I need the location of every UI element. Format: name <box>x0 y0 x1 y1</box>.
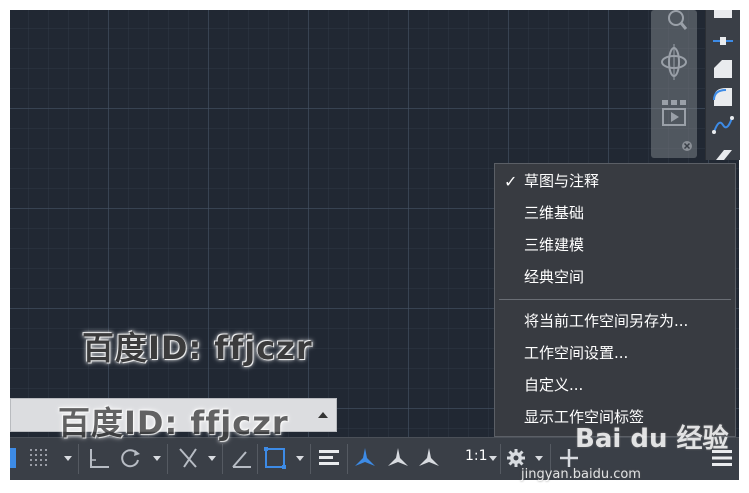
expand-up-icon[interactable] <box>318 412 328 418</box>
brand-watermark: Bai du 经验 <box>575 424 729 454</box>
navigation-bar <box>651 10 697 158</box>
orbit-icon[interactable] <box>659 42 689 82</box>
annotation-scale-icon[interactable] <box>417 446 441 470</box>
object-snap-icon[interactable] <box>176 446 200 470</box>
fillet-icon[interactable] <box>712 86 734 108</box>
snap-icon[interactable] <box>28 446 52 470</box>
auto-scale-icon[interactable] <box>386 446 410 470</box>
annotation-visibility-icon[interactable] <box>353 446 377 470</box>
menu-item-label: 将当前工作空间另存为... <box>524 312 689 330</box>
ortho-icon[interactable] <box>88 446 112 470</box>
selection-cycling-icon[interactable] <box>263 446 287 470</box>
separator <box>222 444 223 474</box>
chamfer-icon[interactable] <box>712 58 734 80</box>
workspace-menu: ✓ 草图与注释 三维基础 三维建模 经典空间 将当前工作空间另存为... 工作空… <box>494 163 736 437</box>
dynamic-ucs-icon[interactable] <box>230 446 254 470</box>
scale-dropdown-icon[interactable] <box>489 456 497 461</box>
separator <box>500 444 501 474</box>
menu-item-save-workspace-as[interactable]: 将当前工作空间另存为... <box>495 306 735 337</box>
menu-item-label: 草图与注释 <box>524 172 600 190</box>
menu-item-classic[interactable]: 经典空间 <box>495 262 735 293</box>
workspace-dropdown-icon[interactable] <box>535 456 543 461</box>
separator <box>310 444 311 474</box>
menu-item-label: 自定义... <box>524 376 584 394</box>
polar-dropdown-icon[interactable] <box>153 456 161 461</box>
brand-url-watermark: jingyan.baidu.com <box>521 467 641 482</box>
square-icon[interactable] <box>712 10 734 32</box>
showmotion-icon[interactable] <box>659 100 689 126</box>
separator <box>347 444 348 474</box>
menu-item-label: 经典空间 <box>524 268 585 286</box>
menu-item-3d-modeling[interactable]: 三维建模 <box>495 230 735 261</box>
menu-item-customize[interactable]: 自定义... <box>495 370 735 401</box>
dimension-icon[interactable] <box>712 30 734 52</box>
checkmark-icon: ✓ <box>504 172 518 191</box>
separator <box>257 444 258 474</box>
lineweight-icon[interactable] <box>317 446 341 470</box>
watermark-text: 百度ID: ffjczr <box>82 329 313 367</box>
spline-icon[interactable] <box>712 114 734 136</box>
zoom-icon[interactable] <box>659 10 689 36</box>
menu-item-3d-basics[interactable]: 三维基础 <box>495 198 735 229</box>
eraser-icon[interactable] <box>712 142 734 164</box>
polar-icon[interactable] <box>118 446 142 470</box>
object-snap-dropdown-icon[interactable] <box>208 456 216 461</box>
menu-item-drafting-annotation[interactable]: ✓ 草图与注释 <box>495 166 735 197</box>
snap-dropdown-icon[interactable] <box>64 456 72 461</box>
watermark-text: 百度ID: ffjczr <box>58 404 289 442</box>
selection-dropdown-icon[interactable] <box>296 456 304 461</box>
grid-icon[interactable] <box>10 446 20 470</box>
separator <box>167 444 168 474</box>
tool-palette <box>705 10 740 160</box>
separator <box>78 444 79 474</box>
annotation-scale-value[interactable]: 1:1 <box>465 448 488 464</box>
menu-separator <box>499 299 731 300</box>
close-icon[interactable] <box>681 140 693 152</box>
menu-item-label: 三维基础 <box>524 204 585 222</box>
menu-item-workspace-settings[interactable]: 工作空间设置... <box>495 338 735 369</box>
menu-item-label: 三维建模 <box>524 236 585 254</box>
application-window: 1:1 ✓ 草图与注释 三维基础 三维建模 经典空间 将当前工作空间另存为...… <box>0 0 749 493</box>
menu-item-label: 工作空间设置... <box>524 344 629 362</box>
